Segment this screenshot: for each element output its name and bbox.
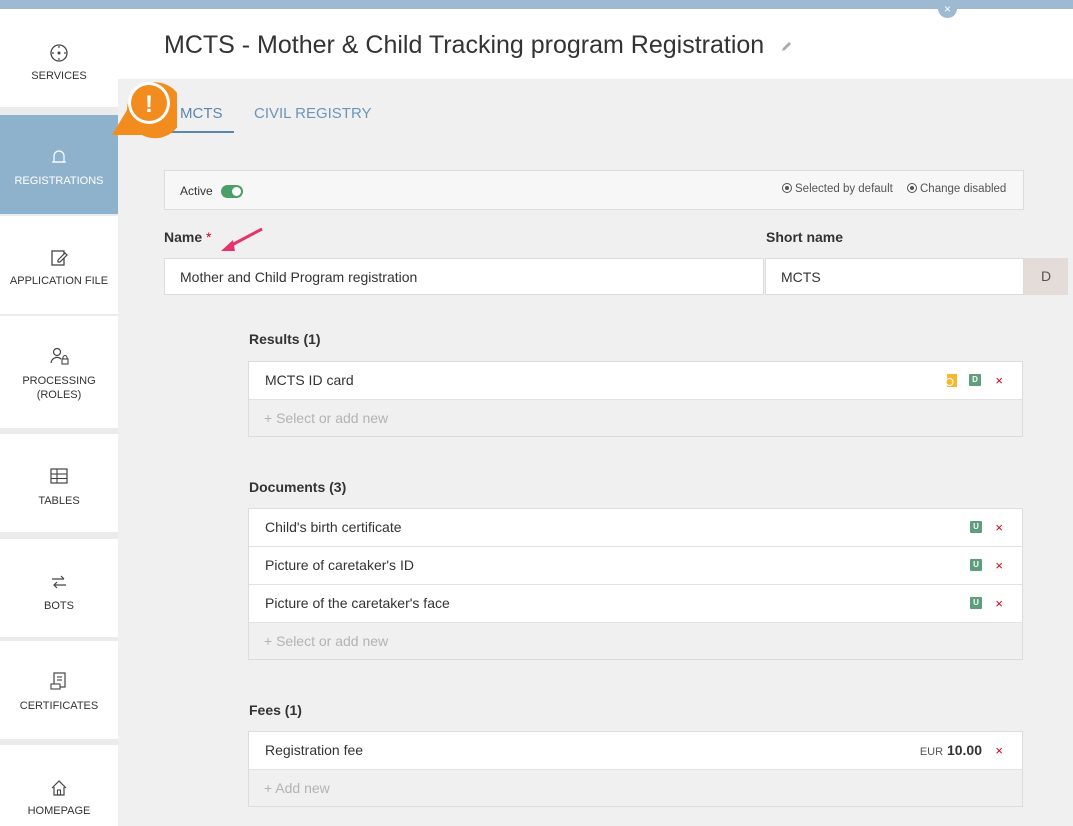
- remove-icon[interactable]: ×: [995, 585, 1003, 622]
- name-label: Name *: [164, 229, 211, 245]
- list-item[interactable]: Child's birth certificate U ×: [249, 509, 1022, 547]
- alert-annotation-icon: !: [112, 82, 177, 139]
- sidebar-item-label: BOTS: [44, 600, 74, 612]
- fee-label: Registration fee: [265, 742, 364, 758]
- short-name-label: Short name: [766, 229, 844, 245]
- sidebar-item-tables[interactable]: TABLES: [0, 434, 118, 532]
- pencil-icon[interactable]: [781, 40, 793, 52]
- remove-icon[interactable]: ×: [995, 547, 1003, 584]
- select-or-add-new[interactable]: + Select or add new: [249, 623, 1022, 659]
- list-item[interactable]: MCTS ID card D ×: [249, 362, 1022, 400]
- tables-icon: [50, 468, 68, 484]
- results-list: MCTS ID card D × + Select or add new: [248, 361, 1023, 437]
- remove-icon[interactable]: ×: [995, 509, 1003, 546]
- sidebar: ‹ SERVICES REGISTRATIONS APPLICATION FIL…: [0, 9, 118, 826]
- d-badge[interactable]: D: [969, 374, 981, 386]
- remove-icon[interactable]: ×: [995, 362, 1003, 399]
- change-disabled-label: Change disabled: [920, 183, 1007, 195]
- fees-title: Fees (1): [249, 702, 302, 718]
- pointer-arrow-icon: [221, 227, 263, 251]
- document-label: Picture of the caretaker's face: [265, 595, 450, 611]
- registrations-icon: [52, 150, 66, 163]
- radio-dot-icon: [907, 183, 917, 193]
- short-name-field[interactable]: MCTS: [765, 258, 1024, 295]
- radio-dot-icon: [782, 183, 792, 193]
- active-label: Active: [180, 184, 213, 198]
- homepage-icon: [51, 780, 67, 796]
- tab-civil-registry[interactable]: CIVIL REGISTRY: [254, 96, 372, 133]
- documents-list: Child's birth certificate U × Picture of…: [248, 508, 1023, 660]
- u-badge[interactable]: U: [970, 521, 982, 533]
- fee-amount-group: EUR 10.00: [920, 732, 982, 771]
- change-disabled-option[interactable]: Change disabled: [907, 183, 1006, 195]
- selected-by-default-option[interactable]: Selected by default: [782, 183, 893, 195]
- sidebar-item-homepage[interactable]: HOMEPAGE: [0, 745, 118, 826]
- page-header: MCTS - Mother & Child Tracking program R…: [118, 9, 1073, 79]
- top-bar: [0, 0, 1073, 9]
- u-badge[interactable]: U: [970, 559, 982, 571]
- processing-roles-icon: [50, 347, 69, 365]
- selected-by-default-label: Selected by default: [795, 183, 893, 195]
- result-label: MCTS ID card: [265, 372, 354, 388]
- sidebar-item-registrations[interactable]: REGISTRATIONS: [0, 115, 118, 214]
- sidebar-item-label: TABLES: [38, 495, 80, 507]
- sidebar-item-label: REGISTRATIONS: [14, 175, 104, 187]
- certificates-icon: [50, 672, 66, 690]
- sidebar-item-bots[interactable]: BOTS: [0, 539, 118, 637]
- sidebar-item-application-file[interactable]: APPLICATION FILE: [0, 216, 118, 314]
- add-new[interactable]: + Add new: [249, 770, 1022, 806]
- services-icon: [50, 44, 68, 62]
- sidebar-item-label: HOMEPAGE: [27, 805, 91, 817]
- documents-title: Documents (3): [249, 479, 347, 495]
- page-title: MCTS - Mother & Child Tracking program R…: [164, 31, 765, 59]
- select-or-add-new[interactable]: + Select or add new: [249, 400, 1022, 436]
- sidebar-item-label: SERVICES: [31, 70, 87, 82]
- application-file-icon: [51, 250, 68, 266]
- sidebar-item-label: APPLICATION FILE: [9, 275, 109, 287]
- list-item[interactable]: Registration fee EUR 10.00 ×: [249, 732, 1022, 770]
- u-badge[interactable]: U: [970, 597, 982, 609]
- bots-icon: [52, 575, 66, 589]
- document-label: Child's birth certificate: [265, 519, 402, 535]
- sidebar-item-label: PROCESSING (ROLES): [22, 375, 96, 401]
- alert-symbol: !: [145, 91, 153, 118]
- active-toggle[interactable]: [221, 185, 243, 198]
- fee-amount: 10.00: [946, 742, 982, 758]
- fees-list: Registration fee EUR 10.00 × + Add new: [248, 731, 1023, 807]
- results-title: Results (1): [249, 331, 321, 347]
- certificate-settings-icon[interactable]: [944, 373, 959, 388]
- remove-icon[interactable]: ×: [995, 732, 1003, 769]
- name-field[interactable]: Mother and Child Program registration: [164, 258, 764, 295]
- sidebar-item-services[interactable]: SERVICES: [0, 9, 118, 107]
- document-label: Picture of caretaker's ID: [265, 557, 414, 573]
- name-label-text: Name: [164, 229, 203, 245]
- sidebar-item-processing-roles[interactable]: PROCESSING (ROLES): [0, 316, 118, 428]
- list-item[interactable]: Picture of caretaker's ID U ×: [249, 547, 1022, 585]
- sidebar-item-certificates[interactable]: CERTIFICATES: [0, 641, 118, 739]
- active-bar: Active Selected by default Change disabl…: [164, 170, 1024, 210]
- list-item[interactable]: Picture of the caretaker's face U ×: [249, 585, 1022, 623]
- d-button[interactable]: D: [1024, 258, 1068, 295]
- fee-currency: EUR: [919, 746, 944, 758]
- required-mark: *: [206, 229, 212, 245]
- sidebar-item-label: CERTIFICATES: [19, 700, 99, 712]
